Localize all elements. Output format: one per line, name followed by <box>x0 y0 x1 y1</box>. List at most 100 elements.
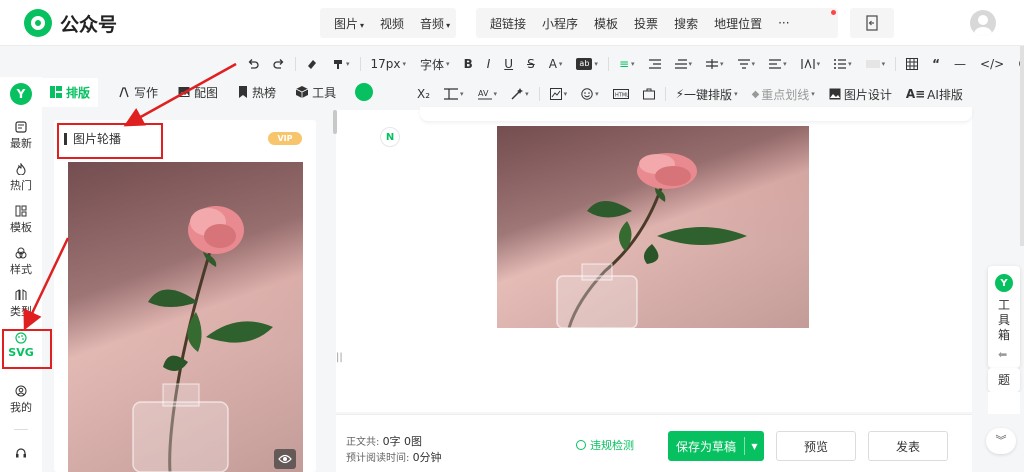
title-tool-button[interactable]: 题 <box>988 368 1020 392</box>
resize-handle[interactable]: || <box>336 352 343 363</box>
menu-mini-program[interactable]: 小程序 <box>534 15 586 32</box>
strikethrough-button[interactable]: S <box>520 57 542 71</box>
left-rail: Y 最新 热门 模板 样式 类型 SVG 我的 <box>0 77 42 472</box>
format-toolbar-row2: X₂ ▾ AV ▾ ▾ ▾ ▾ HTML ⚡ 一键排版 ▾ ◆ 重点划线 ▾ 图片设计 A… <box>410 81 970 107</box>
border-icon <box>865 60 880 68</box>
bold-button[interactable]: B <box>457 57 480 71</box>
font-family-select[interactable]: 字体 ▾ <box>413 56 457 73</box>
italic-button[interactable]: I <box>480 57 498 71</box>
divider <box>295 57 296 71</box>
tab-tools[interactable]: 工具 <box>296 84 336 101</box>
user-avatar[interactable] <box>970 10 996 36</box>
save-draft-button[interactable]: 保存为草稿 ▼ <box>668 431 764 461</box>
subscript-button[interactable]: X₂ <box>410 87 437 101</box>
tab-hot-list[interactable]: 热榜 <box>238 84 276 101</box>
rail-item-latest[interactable]: 最新 <box>0 121 42 151</box>
canvas-logo-icon[interactable]: N <box>380 127 400 147</box>
font-color-button[interactable]: A ▾ <box>542 57 570 71</box>
menu-template[interactable]: 模板 <box>586 15 626 32</box>
violation-check-button[interactable]: 违规检测 <box>576 437 634 453</box>
outdent-button[interactable]: ▾ <box>762 59 794 69</box>
style-icon <box>15 247 27 259</box>
clear-format-button[interactable] <box>299 58 325 70</box>
av-icon: AV <box>477 89 492 100</box>
rail-item-template[interactable]: 模板 <box>0 205 42 235</box>
brand-logo[interactable]: 公众号 <box>24 9 117 37</box>
ai-layout-button[interactable]: A≡ AI排版 <box>899 86 970 103</box>
insert-menu: 超链接 小程序 模板 投票 搜索 地理位置 ··· <box>476 8 838 38</box>
eye-icon <box>278 454 292 464</box>
toolbox-button[interactable] <box>636 88 662 100</box>
tab-writing[interactable]: 写作 <box>118 84 158 101</box>
border-button[interactable]: ▾ <box>859 59 893 69</box>
preview-button[interactable]: 预览 <box>776 431 856 461</box>
rail-item-support[interactable] <box>0 447 42 461</box>
letter-spacing-button[interactable]: ▾ <box>794 59 828 69</box>
rose-illustration <box>556 153 747 328</box>
publish-button[interactable]: 发表 <box>868 431 948 461</box>
tab-layout[interactable]: 排版 <box>42 77 99 107</box>
av-button[interactable]: AV ▾ <box>471 88 505 100</box>
rail-item-mine[interactable]: 我的 <box>0 385 42 415</box>
svg-text:HTML: HTML <box>615 93 629 99</box>
save-draft-label: 保存为草稿 <box>675 439 736 454</box>
annotation-box-panel-title <box>57 123 163 159</box>
indent-button[interactable] <box>642 59 668 69</box>
article-image[interactable] <box>497 126 809 328</box>
scroll-down-button[interactable]: ︾ <box>986 428 1016 454</box>
panel-toggle-switch[interactable] <box>355 83 373 101</box>
rail-item-type[interactable]: 类型 <box>0 289 42 319</box>
font-size-select[interactable]: 17px ▾ <box>364 57 414 71</box>
page-scrollbar[interactable] <box>1020 46 1024 246</box>
menu-more[interactable]: ··· <box>770 16 797 30</box>
align-button[interactable]: ≡ ▾ <box>612 57 642 71</box>
menu-vote[interactable]: 投票 <box>626 15 666 32</box>
image-design-button[interactable]: 图片设计 <box>822 86 899 103</box>
format-painter-button[interactable]: ▾ <box>325 58 357 70</box>
underline-button[interactable]: U <box>497 57 520 71</box>
html-icon: HTML <box>612 89 629 99</box>
preview-eye-button[interactable] <box>274 449 296 469</box>
news-icon <box>15 121 27 133</box>
tab-images[interactable]: 配图 <box>178 84 218 101</box>
panel-scrollbar[interactable] <box>333 110 337 134</box>
arrow-left-icon[interactable]: ⬅ <box>998 348 1007 361</box>
divider-button[interactable]: — <box>947 57 973 71</box>
one-click-layout-button[interactable]: ⚡ 一键排版 ▾ <box>669 86 745 103</box>
first-line-indent-button[interactable]: ▾ <box>668 59 700 69</box>
menu-image[interactable]: 图片 ▾ <box>326 15 372 32</box>
template-preview-image[interactable] <box>68 162 303 472</box>
menu-video[interactable]: 视频 <box>372 15 412 32</box>
line-height-icon <box>737 59 750 69</box>
redo-button[interactable] <box>266 58 292 70</box>
paragraph-spacing-button[interactable]: ▾ <box>699 59 731 69</box>
toolbox-sidebar[interactable]: Y 工具箱 ⬅ <box>988 266 1020 368</box>
rail-divider <box>14 429 28 430</box>
svg-text:AV: AV <box>478 89 489 98</box>
title-style-button[interactable]: ▾ <box>437 88 471 100</box>
chart-button[interactable]: ▾ <box>543 88 575 100</box>
menu-location[interactable]: 地理位置 <box>706 15 770 32</box>
rail-item-style[interactable]: 样式 <box>0 247 42 277</box>
divider <box>359 57 361 71</box>
undo-button[interactable] <box>240 58 266 70</box>
table-button[interactable] <box>899 58 925 70</box>
list-button[interactable]: ▾ <box>827 59 859 69</box>
rail-item-hot[interactable]: 热门 <box>0 163 42 193</box>
menu-audio[interactable]: 音频 ▾ <box>412 15 458 32</box>
html-button[interactable]: HTML <box>606 89 636 99</box>
highlight-line-button[interactable]: ◆ 重点划线 ▾ <box>745 86 822 103</box>
rail-logo-icon[interactable]: Y <box>10 83 32 105</box>
menu-hyperlink[interactable]: 超链接 <box>482 15 534 32</box>
exit-button[interactable] <box>850 8 894 38</box>
chevron-down-icon[interactable]: ▼ <box>745 442 764 451</box>
background-color-button[interactable]: ab ▾ <box>569 58 605 70</box>
menu-search[interactable]: 搜索 <box>666 15 706 32</box>
code-button[interactable]: </> <box>973 57 1011 71</box>
eraser-icon <box>308 60 316 69</box>
line-height-button[interactable]: ▾ <box>731 59 763 69</box>
exit-icon <box>866 15 878 31</box>
magic-button[interactable]: ▾ <box>504 88 536 100</box>
emoji2-button[interactable]: ▾ <box>574 88 606 100</box>
quote-button[interactable]: “ <box>925 57 947 71</box>
